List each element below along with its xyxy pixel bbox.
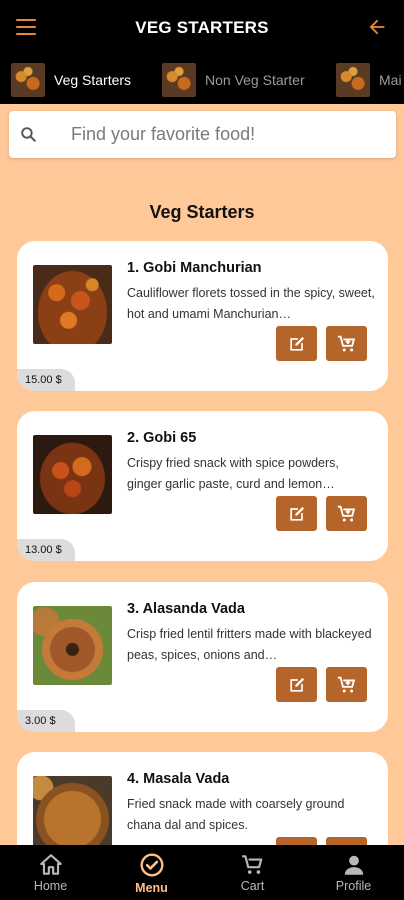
add-to-cart-button[interactable]	[326, 667, 367, 702]
food-image	[33, 776, 112, 855]
add-to-cart-button[interactable]	[326, 326, 367, 361]
nav-profile[interactable]: Profile	[303, 845, 404, 900]
edit-button[interactable]	[276, 496, 317, 531]
add-to-cart-icon	[337, 676, 355, 692]
edit-button[interactable]	[276, 326, 317, 361]
tab-non-veg-starter[interactable]: Non Veg Starter	[162, 62, 305, 98]
bottom-navigation: Home Menu Cart Profile	[0, 845, 404, 900]
price-badge: 13.00 $	[17, 539, 75, 561]
food-name: 3. Alasanda Vada	[127, 601, 245, 617]
arrow-back-icon[interactable]	[366, 16, 388, 38]
food-image	[33, 435, 112, 514]
food-name: 4. Masala Vada	[127, 771, 230, 787]
search-bar	[9, 111, 396, 158]
add-to-cart-button[interactable]	[326, 496, 367, 531]
tab-label: Non Veg Starter	[205, 72, 305, 88]
main-thumbnail	[336, 63, 370, 97]
food-image	[33, 606, 112, 685]
edit-icon	[289, 506, 304, 521]
hamburger-menu-icon[interactable]	[16, 19, 36, 35]
food-card[interactable]: 1. Gobi Manchurian Cauliflower florets t…	[17, 241, 388, 391]
home-icon	[40, 854, 62, 875]
check-circle-icon	[140, 853, 164, 877]
nav-label: Home	[33, 879, 68, 893]
food-card[interactable]: 2. Gobi 65 Crispy fried snack with spice…	[17, 411, 388, 561]
food-image	[33, 265, 112, 344]
food-description: Crispy fried snack with spice powders, g…	[127, 456, 339, 491]
nav-label: Profile	[335, 879, 372, 893]
edit-icon	[289, 677, 304, 692]
search-icon	[21, 127, 36, 142]
add-to-cart-icon	[337, 335, 355, 351]
non-veg-starter-thumbnail	[162, 63, 196, 97]
nav-label: Menu	[135, 881, 168, 895]
price-badge: 15.00 $	[17, 369, 75, 391]
food-card[interactable]: 3. Alasanda Vada Crisp fried lentil frit…	[17, 582, 388, 732]
category-tabs: Veg Starters Non Veg Starter Mai	[0, 56, 404, 104]
food-name: 2. Gobi 65	[127, 430, 197, 446]
price-badge: 3.00 $	[17, 710, 75, 732]
section-title: Veg Starters	[149, 202, 255, 222]
food-description: Crisp fried lentil fritters made with bl…	[127, 627, 372, 662]
nav-cart[interactable]: Cart	[202, 845, 303, 900]
app-bar: VEG STARTERS	[0, 0, 404, 56]
page-title: VEG STARTERS	[135, 18, 269, 37]
tab-label: Mai	[379, 72, 402, 88]
tab-label: Veg Starters	[54, 72, 132, 88]
person-icon	[344, 855, 364, 875]
food-description: Fried snack made with coarsely ground ch…	[127, 797, 345, 832]
cart-icon	[242, 855, 263, 874]
food-name: 1. Gobi Manchurian	[127, 260, 262, 276]
nav-home[interactable]: Home	[0, 845, 101, 900]
food-description: Cauliflower florets tossed in the spicy,…	[127, 286, 375, 321]
edit-button[interactable]	[276, 667, 317, 702]
tab-main[interactable]: Mai	[336, 62, 402, 98]
search-input[interactable]	[71, 119, 381, 149]
tab-veg-starters[interactable]: Veg Starters	[11, 62, 131, 98]
veg-starters-thumbnail	[11, 63, 45, 97]
nav-label: Cart	[240, 879, 265, 893]
edit-icon	[289, 336, 304, 351]
nav-menu[interactable]: Menu	[101, 845, 202, 900]
add-to-cart-icon	[337, 505, 355, 521]
